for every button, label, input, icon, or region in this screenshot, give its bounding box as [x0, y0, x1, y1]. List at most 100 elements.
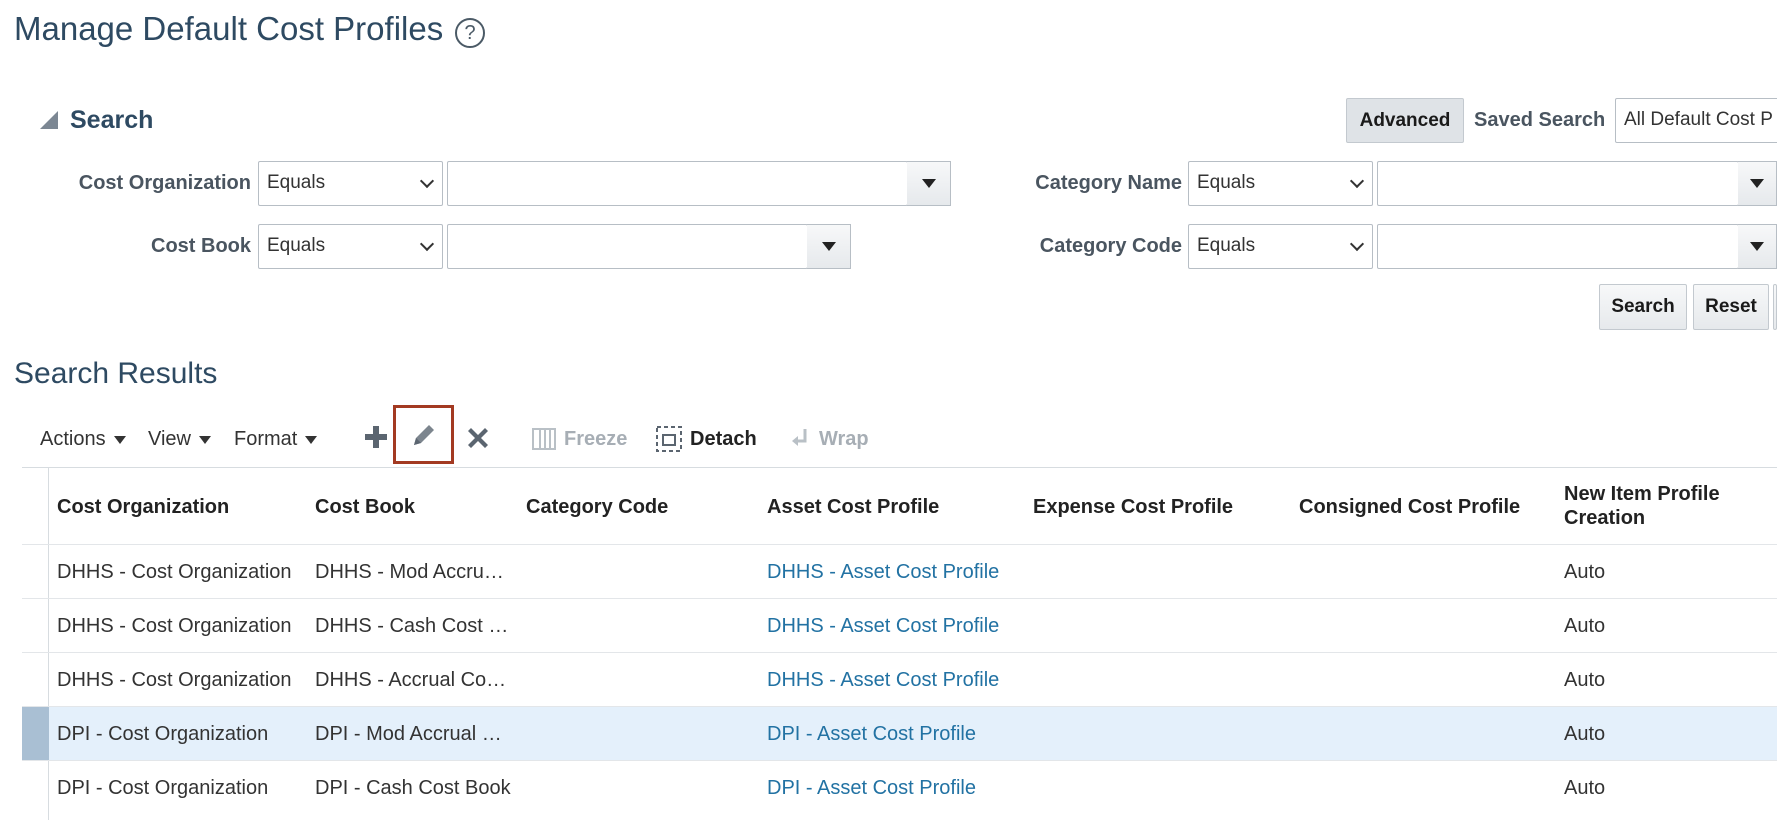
page-title: Manage Default Cost Profiles [14, 10, 444, 47]
category-code-label: Category Code [1039, 235, 1182, 257]
column-header-asset-cost-profile[interactable]: Asset Cost Profile [767, 495, 939, 519]
help-icon[interactable]: ? [455, 18, 485, 48]
column-header-expense-cost-profile[interactable]: Expense Cost Profile [1033, 495, 1233, 519]
cell-asset-cost-profile-link[interactable]: DPI - Asset Cost Profile [767, 723, 1027, 746]
search-heading: Search [70, 106, 154, 134]
advanced-button-label: Advanced [1359, 109, 1451, 131]
advanced-button[interactable]: Advanced [1346, 98, 1464, 143]
table-row[interactable]: DPI - Cost Organization DPI - Cash Cost … [22, 760, 1777, 814]
reset-button[interactable]: Reset [1693, 284, 1769, 330]
chevron-down-icon [419, 173, 435, 189]
cell-new-item-profile-creation: Auto [1564, 615, 1606, 637]
row-selector[interactable] [22, 653, 49, 707]
actions-menu-label: Actions [40, 428, 106, 450]
category-name-input[interactable] [1377, 161, 1739, 206]
dropdown-arrow-icon [1750, 242, 1764, 251]
cell-new-item-profile-creation: Auto [1564, 777, 1606, 799]
delete-icon[interactable] [465, 425, 491, 451]
cell-cost-organization: DHHS - Cost Organization [57, 615, 292, 637]
cost-org-label: Cost Organization [78, 172, 251, 194]
saved-search-label: Saved Search [1474, 109, 1606, 131]
category-code-lov-button[interactable] [1738, 224, 1777, 269]
cost-book-operator-select[interactable]: Equals [258, 224, 443, 269]
cell-asset-cost-profile-link[interactable]: DPI - Asset Cost Profile [767, 777, 1027, 800]
cell-cost-book: DHHS - Cash Cost … [315, 615, 509, 637]
category-name-lov-button[interactable] [1738, 161, 1777, 206]
wrap-label: Wrap [819, 427, 869, 450]
view-menu[interactable]: View [148, 428, 211, 451]
cost-org-input[interactable] [447, 161, 908, 206]
reset-button-label: Reset [1705, 296, 1757, 317]
edit-button[interactable] [393, 405, 454, 464]
cell-cost-organization: DPI - Cost Organization [57, 777, 269, 799]
table-row[interactable]: DHHS - Cost Organization DHHS - Cash Cos… [22, 598, 1777, 652]
saved-search-select[interactable]: All Default Cost P [1615, 98, 1777, 143]
format-menu-label: Format [234, 428, 298, 450]
detach-button[interactable]: Detach [656, 426, 757, 452]
category-code-input[interactable] [1377, 224, 1739, 269]
detach-label: Detach [690, 427, 757, 450]
cost-org-operator-value: Equals [267, 172, 326, 193]
cost-org-operator-select[interactable]: Equals [258, 161, 443, 206]
search-button[interactable]: Search [1599, 284, 1687, 330]
row-selector[interactable] [22, 599, 49, 653]
pencil-icon [413, 424, 434, 445]
save-button-partial[interactable] [1773, 284, 1777, 330]
dropdown-arrow-icon [921, 179, 936, 188]
column-header-cost-book[interactable]: Cost Book [315, 495, 415, 519]
wrap-button[interactable]: Wrap [789, 427, 869, 451]
cell-new-item-profile-creation: Auto [1564, 561, 1606, 583]
cell-cost-organization: DHHS - Cost Organization [57, 561, 292, 583]
cost-book-operator-value: Equals [267, 235, 326, 256]
column-header-line: New Item Profile [1564, 483, 1720, 505]
category-name-operator-select[interactable]: Equals [1188, 161, 1373, 206]
dropdown-arrow-icon [821, 242, 836, 251]
chevron-down-icon [1349, 236, 1365, 252]
cell-asset-cost-profile-link[interactable]: DHHS - Asset Cost Profile [767, 669, 1027, 692]
category-code-operator-value: Equals [1197, 235, 1256, 256]
cell-asset-cost-profile-link[interactable]: DHHS - Asset Cost Profile [767, 615, 1027, 638]
column-header-new-item-profile-creation[interactable]: New Item Profile Creation [1564, 482, 1720, 530]
view-menu-label: View [148, 428, 191, 450]
cell-cost-book: DPI - Mod Accrual … [315, 723, 502, 745]
freeze-icon [532, 428, 556, 450]
column-header-category-code[interactable]: Category Code [526, 495, 668, 519]
menu-arrow-icon [113, 435, 126, 444]
cell-cost-book: DHHS - Accrual Co… [315, 669, 507, 691]
cell-cost-organization: DPI - Cost Organization [57, 723, 269, 745]
format-menu[interactable]: Format [234, 428, 318, 451]
column-header-cost-organization[interactable]: Cost Organization [57, 495, 229, 519]
wrap-icon [792, 429, 807, 446]
cell-cost-book: DPI - Cash Cost Book [315, 777, 511, 799]
table-row-selected[interactable]: DPI - Cost Organization DPI - Mod Accrua… [22, 706, 1777, 761]
table-row[interactable]: DHHS - Cost Organization DHHS - Mod Accr… [22, 544, 1777, 598]
cell-asset-cost-profile-link[interactable]: DHHS - Asset Cost Profile [767, 561, 1027, 584]
cost-book-lov-button[interactable] [807, 224, 851, 269]
freeze-button[interactable]: Freeze [532, 427, 627, 451]
chevron-down-icon [419, 236, 435, 252]
collapse-triangle-icon[interactable] [40, 111, 58, 129]
column-header-consigned-cost-profile[interactable]: Consigned Cost Profile [1299, 495, 1520, 519]
column-header-line: Creation [1564, 507, 1646, 529]
chevron-down-icon [1349, 173, 1365, 189]
row-selector[interactable] [22, 545, 49, 599]
cost-book-input[interactable] [447, 224, 808, 269]
table-divider [22, 467, 1777, 468]
actions-menu[interactable]: Actions [40, 428, 126, 451]
row-selector[interactable] [22, 761, 49, 815]
cell-new-item-profile-creation: Auto [1564, 669, 1606, 691]
table-row[interactable]: DHHS - Cost Organization DHHS - Accrual … [22, 652, 1777, 706]
detach-icon [656, 426, 682, 452]
cell-new-item-profile-creation: Auto [1564, 723, 1606, 745]
menu-arrow-icon [199, 435, 211, 444]
freeze-label: Freeze [564, 427, 628, 450]
add-icon[interactable] [363, 424, 389, 450]
menu-arrow-icon [305, 435, 318, 444]
dropdown-arrow-icon [1750, 179, 1764, 188]
search-button-label: Search [1611, 296, 1675, 317]
cell-cost-book: DHHS - Mod Accru… [315, 561, 504, 583]
row-selector[interactable] [22, 707, 49, 761]
category-code-operator-select[interactable]: Equals [1188, 224, 1373, 269]
category-name-operator-value: Equals [1197, 172, 1256, 193]
cost-org-lov-button[interactable] [907, 161, 951, 206]
